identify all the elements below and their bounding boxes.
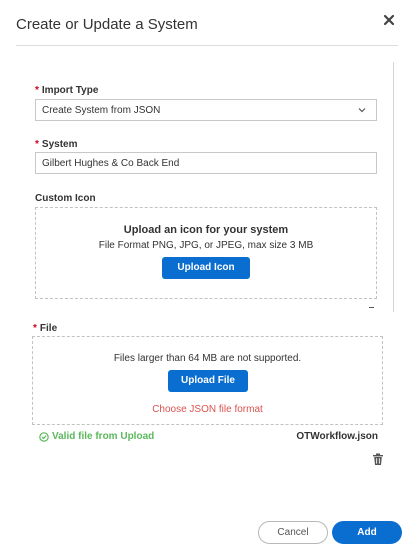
valid-file-text: Valid file from Upload	[52, 431, 155, 442]
icon-dropzone[interactable]: Upload an icon for your system File Form…	[35, 207, 377, 299]
system-label: * System	[35, 139, 77, 150]
file-label: * File	[33, 323, 57, 334]
check-circle-icon	[39, 431, 52, 442]
header-divider	[16, 45, 398, 46]
required-marker: *	[33, 323, 37, 334]
upload-file-button[interactable]: Upload File	[168, 370, 248, 392]
icon-dropzone-title: Upload an icon for your system	[123, 224, 289, 236]
import-type-label: * Import Type	[35, 85, 98, 96]
create-system-dialog: Create or Update a System * Import Type C…	[0, 0, 406, 555]
icon-dropzone-format: File Format PNG, JPG, or JPEG, max size …	[98, 240, 314, 251]
file-format-error: Choose JSON file format	[152, 404, 263, 415]
file-label-text: File	[39, 323, 58, 334]
required-marker: *	[35, 139, 39, 150]
custom-icon-label: Custom Icon	[35, 193, 96, 204]
close-icon[interactable]	[383, 14, 399, 30]
chevron-down-icon	[357, 106, 367, 114]
file-dropzone[interactable]: Files larger than 64 MB are not supporte…	[32, 336, 383, 425]
file-size-note: Files larger than 64 MB are not supporte…	[113, 353, 302, 364]
dialog-title: Create or Update a System	[16, 16, 198, 33]
import-type-select[interactable]: Create System from JSON	[35, 99, 377, 121]
uploaded-filename: OTWorkflow.json	[296, 431, 378, 442]
required-marker: *	[35, 85, 39, 96]
import-type-label-text: Import Type	[41, 85, 99, 96]
import-type-value: Create System from JSON	[42, 105, 161, 116]
panel-scroll-mark	[369, 307, 374, 308]
trash-icon[interactable]	[372, 453, 384, 466]
system-input[interactable]: Gilbert Hughes & Co Back End	[35, 152, 377, 174]
cancel-button[interactable]: Cancel	[258, 521, 328, 544]
add-button[interactable]: Add	[332, 521, 402, 544]
upload-icon-button[interactable]: Upload Icon	[162, 257, 250, 279]
system-label-text: System	[41, 139, 78, 150]
valid-file-status: Valid file from Upload	[39, 431, 154, 442]
dialog-header: Create or Update a System	[0, 0, 406, 48]
system-input-value: Gilbert Hughes & Co Back End	[42, 158, 180, 169]
